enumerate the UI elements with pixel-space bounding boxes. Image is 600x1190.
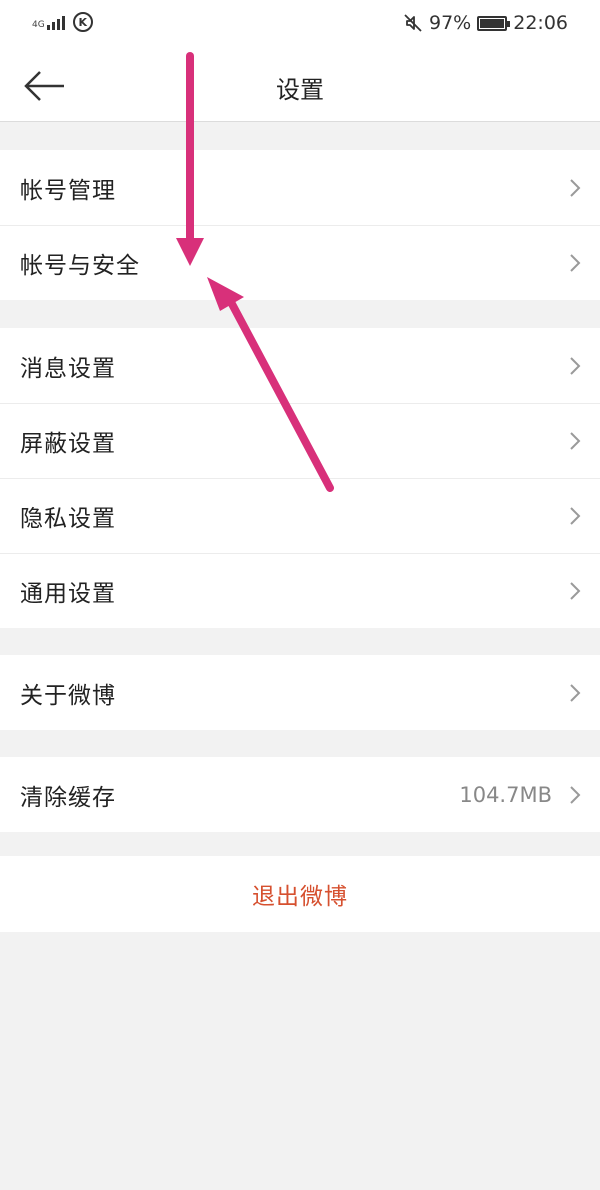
status-bar-right: 97% 22:06 — [403, 12, 568, 34]
page-title: 设置 — [276, 76, 324, 104]
logout-label: 退出微博 — [252, 884, 348, 910]
chevron-right-icon — [570, 683, 581, 702]
status-bar-left: 4G K — [32, 12, 93, 32]
network-type: 4G — [32, 20, 45, 30]
settings-item-block[interactable]: 屏蔽设置 — [0, 403, 600, 478]
chevron-right-icon — [570, 581, 581, 600]
settings-group-preferences: 消息设置 屏蔽设置 隐私设置 通用设置 — [0, 328, 600, 628]
chevron-right-icon — [570, 356, 581, 375]
status-bar: 4G K 97% 22:06 — [0, 0, 600, 50]
logout-group: 退出微博 — [0, 856, 600, 932]
chevron-right-icon — [570, 431, 581, 450]
settings-item-clear-cache[interactable]: 清除缓存 104.7MB — [0, 757, 600, 832]
settings-item-label: 通用设置 — [20, 580, 116, 607]
chevron-right-icon — [570, 253, 581, 272]
settings-item-label: 关于微博 — [20, 682, 116, 709]
cache-size: 104.7MB — [459, 782, 552, 807]
battery-fill — [480, 18, 504, 28]
settings-item-label: 帐号管理 — [20, 177, 116, 204]
chevron-right-icon — [570, 506, 581, 525]
settings-item-message[interactable]: 消息设置 — [0, 328, 600, 403]
settings-item-label: 屏蔽设置 — [20, 430, 116, 457]
settings-item-account-management[interactable]: 帐号管理 — [0, 150, 600, 225]
settings-item-label: 隐私设置 — [20, 505, 116, 532]
settings-item-general[interactable]: 通用设置 — [0, 553, 600, 628]
mute-icon — [404, 14, 422, 32]
settings-group-cache: 清除缓存 104.7MB — [0, 757, 600, 832]
settings-item-privacy[interactable]: 隐私设置 — [0, 478, 600, 553]
navigation-bar: 设置 — [0, 50, 600, 122]
settings-item-about[interactable]: 关于微博 — [0, 655, 600, 730]
settings-group-account: 帐号管理 帐号与安全 — [0, 150, 600, 300]
chevron-right-icon — [570, 785, 581, 804]
settings-screen: 4G K 97% 22:06 设置 帐号管理 帐号与安全 消息设置 屏蔽设置 隐… — [0, 0, 600, 1190]
clock: 22:06 — [513, 12, 568, 34]
settings-item-account-security[interactable]: 帐号与安全 — [0, 225, 600, 300]
network-indicator: 4G — [32, 14, 65, 30]
settings-group-about: 关于微博 — [0, 655, 600, 730]
battery-percent: 97% — [429, 12, 472, 34]
chevron-right-icon — [570, 178, 581, 197]
k-icon: K — [72, 12, 93, 32]
logout-button[interactable]: 退出微博 — [0, 856, 600, 932]
settings-item-label: 清除缓存 — [20, 784, 116, 811]
battery-icon — [477, 15, 511, 31]
settings-item-label: 消息设置 — [20, 355, 116, 382]
signal-icon — [46, 14, 65, 30]
settings-item-label: 帐号与安全 — [20, 252, 140, 279]
